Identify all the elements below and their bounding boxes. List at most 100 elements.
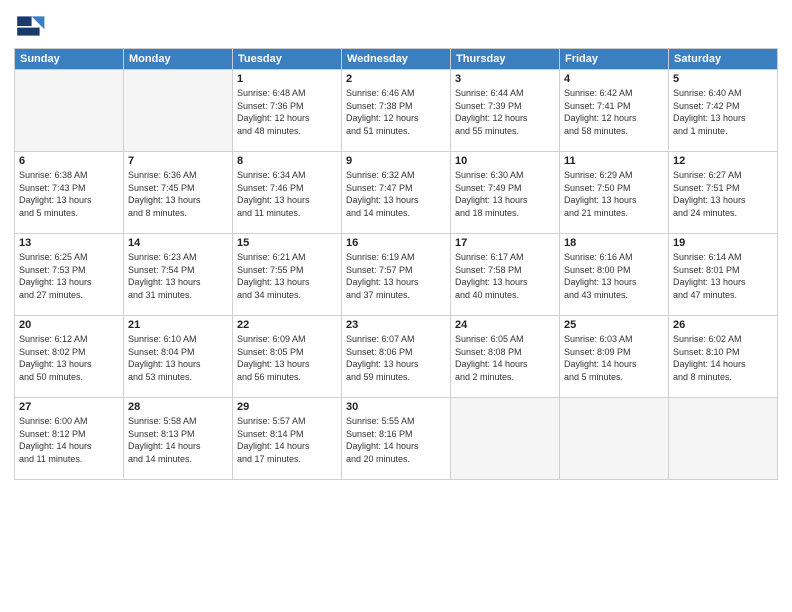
day-number: 21 xyxy=(128,319,228,331)
calendar-week-row: 13 Sunrise: 6:25 AM Sunset: 7:53 PM Dayli… xyxy=(15,234,778,316)
logo xyxy=(14,10,50,42)
day-number: 12 xyxy=(673,155,773,167)
day-number: 20 xyxy=(19,319,119,331)
calendar-cell: 29 Sunrise: 5:57 AM Sunset: 8:14 PM Dayli… xyxy=(233,398,342,480)
day-number: 3 xyxy=(455,73,555,85)
day-detail: Sunrise: 6:29 AM Sunset: 7:50 PM Dayligh… xyxy=(564,169,664,219)
day-detail: Sunrise: 6:10 AM Sunset: 8:04 PM Dayligh… xyxy=(128,333,228,383)
calendar-cell: 14 Sunrise: 6:23 AM Sunset: 7:54 PM Dayli… xyxy=(124,234,233,316)
day-number: 27 xyxy=(19,401,119,413)
calendar-table: SundayMondayTuesdayWednesdayThursdayFrid… xyxy=(14,48,778,480)
day-number: 6 xyxy=(19,155,119,167)
day-detail: Sunrise: 6:02 AM Sunset: 8:10 PM Dayligh… xyxy=(673,333,773,383)
calendar-cell: 23 Sunrise: 6:07 AM Sunset: 8:06 PM Dayli… xyxy=(342,316,451,398)
calendar-cell: 2 Sunrise: 6:46 AM Sunset: 7:38 PM Daylig… xyxy=(342,70,451,152)
day-number: 29 xyxy=(237,401,337,413)
day-number: 9 xyxy=(346,155,446,167)
calendar-cell: 12 Sunrise: 6:27 AM Sunset: 7:51 PM Dayli… xyxy=(669,152,778,234)
day-detail: Sunrise: 6:32 AM Sunset: 7:47 PM Dayligh… xyxy=(346,169,446,219)
weekday-header: Tuesday xyxy=(233,49,342,70)
header xyxy=(14,10,778,42)
calendar-cell: 22 Sunrise: 6:09 AM Sunset: 8:05 PM Dayli… xyxy=(233,316,342,398)
day-number: 26 xyxy=(673,319,773,331)
day-detail: Sunrise: 6:07 AM Sunset: 8:06 PM Dayligh… xyxy=(346,333,446,383)
day-detail: Sunrise: 6:38 AM Sunset: 7:43 PM Dayligh… xyxy=(19,169,119,219)
day-number: 22 xyxy=(237,319,337,331)
day-detail: Sunrise: 6:14 AM Sunset: 8:01 PM Dayligh… xyxy=(673,251,773,301)
calendar-cell: 19 Sunrise: 6:14 AM Sunset: 8:01 PM Dayli… xyxy=(669,234,778,316)
calendar-cell xyxy=(124,70,233,152)
calendar-cell: 16 Sunrise: 6:19 AM Sunset: 7:57 PM Dayli… xyxy=(342,234,451,316)
calendar-cell: 30 Sunrise: 5:55 AM Sunset: 8:16 PM Dayli… xyxy=(342,398,451,480)
calendar-cell: 5Sunrise: 6:40 AM Sunset: 7:42 PM Daylig… xyxy=(669,70,778,152)
day-detail: Sunrise: 6:09 AM Sunset: 8:05 PM Dayligh… xyxy=(237,333,337,383)
day-number: 25 xyxy=(564,319,664,331)
calendar-cell: 3 Sunrise: 6:44 AM Sunset: 7:39 PM Daylig… xyxy=(451,70,560,152)
day-detail: Sunrise: 6:03 AM Sunset: 8:09 PM Dayligh… xyxy=(564,333,664,383)
day-number: 8 xyxy=(237,155,337,167)
calendar-cell xyxy=(560,398,669,480)
weekday-header: Saturday xyxy=(669,49,778,70)
day-number: 17 xyxy=(455,237,555,249)
calendar-cell: 15 Sunrise: 6:21 AM Sunset: 7:55 PM Dayli… xyxy=(233,234,342,316)
day-number: 23 xyxy=(346,319,446,331)
day-detail: Sunrise: 5:55 AM Sunset: 8:16 PM Dayligh… xyxy=(346,415,446,465)
calendar-week-row: 20 Sunrise: 6:12 AM Sunset: 8:02 PM Dayli… xyxy=(15,316,778,398)
page-container: SundayMondayTuesdayWednesdayThursdayFrid… xyxy=(0,0,792,612)
calendar-cell: 1Sunrise: 6:48 AM Sunset: 7:36 PM Daylig… xyxy=(233,70,342,152)
calendar-cell: 9 Sunrise: 6:32 AM Sunset: 7:47 PM Daylig… xyxy=(342,152,451,234)
calendar-cell: 24 Sunrise: 6:05 AM Sunset: 8:08 PM Dayli… xyxy=(451,316,560,398)
day-detail: Sunrise: 6:17 AM Sunset: 7:58 PM Dayligh… xyxy=(455,251,555,301)
day-number: 4 xyxy=(564,73,664,85)
day-detail: Sunrise: 6:46 AM Sunset: 7:38 PM Dayligh… xyxy=(346,87,446,137)
day-number: 16 xyxy=(346,237,446,249)
calendar-cell: 7 Sunrise: 6:36 AM Sunset: 7:45 PM Daylig… xyxy=(124,152,233,234)
logo-icon xyxy=(14,10,46,42)
day-number: 24 xyxy=(455,319,555,331)
day-number: 14 xyxy=(128,237,228,249)
day-detail: Sunrise: 5:57 AM Sunset: 8:14 PM Dayligh… xyxy=(237,415,337,465)
calendar-cell: 25 Sunrise: 6:03 AM Sunset: 8:09 PM Dayli… xyxy=(560,316,669,398)
day-number: 15 xyxy=(237,237,337,249)
calendar-cell xyxy=(669,398,778,480)
calendar-cell: 13 Sunrise: 6:25 AM Sunset: 7:53 PM Dayli… xyxy=(15,234,124,316)
weekday-header: Thursday xyxy=(451,49,560,70)
calendar-cell: 11 Sunrise: 6:29 AM Sunset: 7:50 PM Dayli… xyxy=(560,152,669,234)
weekday-header-row: SundayMondayTuesdayWednesdayThursdayFrid… xyxy=(15,49,778,70)
day-detail: Sunrise: 6:30 AM Sunset: 7:49 PM Dayligh… xyxy=(455,169,555,219)
day-detail: Sunrise: 6:44 AM Sunset: 7:39 PM Dayligh… xyxy=(455,87,555,137)
calendar-cell: 10 Sunrise: 6:30 AM Sunset: 7:49 PM Dayli… xyxy=(451,152,560,234)
day-number: 13 xyxy=(19,237,119,249)
calendar-cell xyxy=(15,70,124,152)
calendar-cell: 18Sunrise: 6:16 AM Sunset: 8:00 PM Dayli… xyxy=(560,234,669,316)
day-detail: Sunrise: 6:00 AM Sunset: 8:12 PM Dayligh… xyxy=(19,415,119,465)
calendar-week-row: 6 Sunrise: 6:38 AM Sunset: 7:43 PM Daylig… xyxy=(15,152,778,234)
day-number: 2 xyxy=(346,73,446,85)
weekday-header: Monday xyxy=(124,49,233,70)
day-detail: Sunrise: 6:27 AM Sunset: 7:51 PM Dayligh… xyxy=(673,169,773,219)
day-detail: Sunrise: 6:19 AM Sunset: 7:57 PM Dayligh… xyxy=(346,251,446,301)
calendar-cell: 8Sunrise: 6:34 AM Sunset: 7:46 PM Daylig… xyxy=(233,152,342,234)
calendar-cell: 6 Sunrise: 6:38 AM Sunset: 7:43 PM Daylig… xyxy=(15,152,124,234)
day-detail: Sunrise: 6:12 AM Sunset: 8:02 PM Dayligh… xyxy=(19,333,119,383)
day-detail: Sunrise: 6:23 AM Sunset: 7:54 PM Dayligh… xyxy=(128,251,228,301)
day-number: 5 xyxy=(673,73,773,85)
day-detail: Sunrise: 6:05 AM Sunset: 8:08 PM Dayligh… xyxy=(455,333,555,383)
day-detail: Sunrise: 6:25 AM Sunset: 7:53 PM Dayligh… xyxy=(19,251,119,301)
calendar-cell xyxy=(451,398,560,480)
day-number: 7 xyxy=(128,155,228,167)
calendar-cell: 26 Sunrise: 6:02 AM Sunset: 8:10 PM Dayli… xyxy=(669,316,778,398)
day-number: 11 xyxy=(564,155,664,167)
day-number: 30 xyxy=(346,401,446,413)
weekday-header: Sunday xyxy=(15,49,124,70)
weekday-header: Wednesday xyxy=(342,49,451,70)
weekday-header: Friday xyxy=(560,49,669,70)
day-detail: Sunrise: 6:36 AM Sunset: 7:45 PM Dayligh… xyxy=(128,169,228,219)
day-number: 10 xyxy=(455,155,555,167)
calendar-week-row: 1Sunrise: 6:48 AM Sunset: 7:36 PM Daylig… xyxy=(15,70,778,152)
day-number: 19 xyxy=(673,237,773,249)
calendar-week-row: 27 Sunrise: 6:00 AM Sunset: 8:12 PM Dayli… xyxy=(15,398,778,480)
calendar-cell: 4Sunrise: 6:42 AM Sunset: 7:41 PM Daylig… xyxy=(560,70,669,152)
day-detail: Sunrise: 6:21 AM Sunset: 7:55 PM Dayligh… xyxy=(237,251,337,301)
day-detail: Sunrise: 6:16 AM Sunset: 8:00 PM Dayligh… xyxy=(564,251,664,301)
